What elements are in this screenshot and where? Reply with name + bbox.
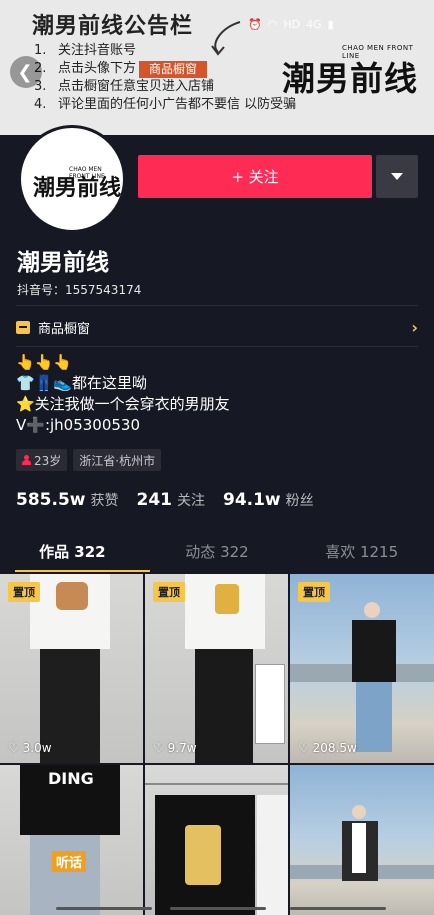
banner-instructions: 1. 关注抖音账号 2. 点击头像下方 商品橱窗 3. 点击橱窗任意宝贝进入店铺 4.…: [34, 42, 296, 114]
network-label: HD: [283, 18, 301, 31]
bio-line: 👆👆👆: [16, 353, 73, 371]
banner-logo: CHAO MEN FRONT LINE 潮男前线: [282, 44, 418, 98]
divider: [16, 305, 418, 306]
video-thumbnail[interactable]: 置顶 ♡ 3.0w: [0, 574, 143, 763]
tshirt-print: [215, 584, 239, 614]
wifi-icon: ◠: [267, 18, 278, 31]
profile-stats: 585.5w 获赞 241 关注 94.1w 粉丝: [16, 490, 314, 510]
nav-indicator: [56, 907, 152, 910]
signal-label: 4G: [306, 18, 322, 31]
location-tag: 浙江省·杭州市: [73, 449, 162, 471]
video-likes: ♡ 3.0w: [8, 740, 52, 756]
heart-icon: ♡: [298, 740, 310, 756]
bio: 👆👆👆 👕👖👟都在这里呦 ⭐关注我做一个会穿衣的男朋友 V➕:jh0530053…: [16, 352, 230, 436]
pants-shape: [30, 835, 100, 915]
tab-likes[interactable]: 喜欢 1215: [289, 537, 434, 572]
tshirt-text: DING: [48, 769, 94, 788]
age-tag: 23岁: [16, 449, 68, 471]
banner-item: 4. 评论里面的任何小广告都不要信 以防受骗: [34, 97, 297, 112]
nav-indicator: [290, 907, 386, 910]
pinned-badge: 置顶: [8, 582, 40, 602]
banner-shop-tag: 商品橱窗: [139, 60, 208, 78]
caret-down-icon: [391, 173, 403, 180]
profile-tabs: 作品 322 动态 322 喜欢 1215: [0, 537, 434, 572]
video-likes: ♡ 208.5w: [298, 740, 357, 756]
followers-stat[interactable]: 94.1w 粉丝: [223, 490, 314, 510]
chevron-left-icon: ❮: [17, 61, 33, 83]
heart-icon: ♡: [153, 740, 165, 756]
pants-shape: [195, 649, 253, 763]
tab-activity[interactable]: 动态 322: [145, 537, 290, 572]
battery-icon: ▮: [327, 18, 334, 31]
likes-stat: 585.5w 获赞: [16, 490, 119, 510]
tab-works[interactable]: 作品 322: [0, 537, 145, 572]
inner-shirt: [352, 823, 366, 873]
douyin-id: 抖音号：1557543174: [17, 283, 142, 297]
pinned-badge: 置顶: [298, 582, 330, 602]
hanging-shirt: [257, 795, 288, 915]
profile-name: 潮男前线: [17, 250, 109, 276]
video-thumbnail[interactable]: 置顶 ♡ 9.7w: [145, 574, 288, 763]
announcement-banner: 潮男前线公告栏 1. 关注抖音账号 2. 点击头像下方 商品橱窗 3. 点击橱窗任意宝…: [0, 0, 434, 135]
tshirt-print: [185, 825, 221, 885]
alarm-icon: ⏰: [248, 18, 262, 31]
head-shape: [352, 805, 366, 819]
active-tab-indicator: [15, 570, 150, 572]
video-grid: 置顶 ♡ 3.0w 置顶 ♡ 9.7w 置顶 ♡ 208.5w DING 听话: [0, 574, 434, 915]
rack-bar: [145, 783, 288, 785]
nav-indicator: [170, 907, 266, 910]
more-options-button[interactable]: [376, 155, 418, 198]
back-button[interactable]: ❮: [10, 56, 42, 88]
bio-line: ⭐关注我做一个会穿衣的男朋友: [16, 395, 230, 413]
chevron-right-icon: ›: [411, 317, 418, 337]
caption-sticker: 听话: [52, 851, 87, 872]
video-thumbnail[interactable]: [145, 765, 288, 915]
bio-line: 👕👖👟都在这里呦: [16, 374, 148, 392]
poster-shape: [255, 664, 285, 744]
divider: [16, 346, 418, 347]
pinned-badge: 置顶: [153, 582, 185, 602]
video-thumbnail[interactable]: DING 听话: [0, 765, 143, 915]
shop-icon: [16, 320, 30, 334]
shop-window-link[interactable]: 商品橱窗 ›: [16, 315, 418, 339]
banner-item: 3. 点击橱窗任意宝贝进入店铺: [34, 79, 215, 94]
profile-tags: 23岁 浙江省·杭州市: [16, 449, 162, 471]
banner-item: 2. 点击头像下方 商品橱窗: [34, 60, 296, 78]
banner-item: 1. 关注抖音账号: [34, 43, 137, 58]
video-thumbnail[interactable]: 置顶 ♡ 208.5w: [290, 574, 434, 763]
video-thumbnail[interactable]: [290, 765, 434, 915]
status-bar: ⏰ ◠ HD 4G ▮: [248, 18, 334, 31]
person-icon: [22, 455, 31, 465]
head-shape: [364, 602, 380, 618]
tshirt-shape: [352, 620, 396, 682]
jeans-shape: [356, 682, 392, 752]
video-likes: ♡ 9.7w: [153, 740, 197, 756]
tshirt-print: [56, 582, 88, 610]
heart-icon: ♡: [8, 740, 20, 756]
avatar[interactable]: CHAO MEN FRONT LINE 潮男前线: [18, 125, 126, 233]
banner-title: 潮男前线公告栏: [32, 14, 194, 39]
follow-button[interactable]: + 关注: [138, 155, 372, 198]
bio-line: V➕:jh05300530: [16, 416, 141, 434]
following-stat[interactable]: 241 关注: [136, 490, 205, 510]
